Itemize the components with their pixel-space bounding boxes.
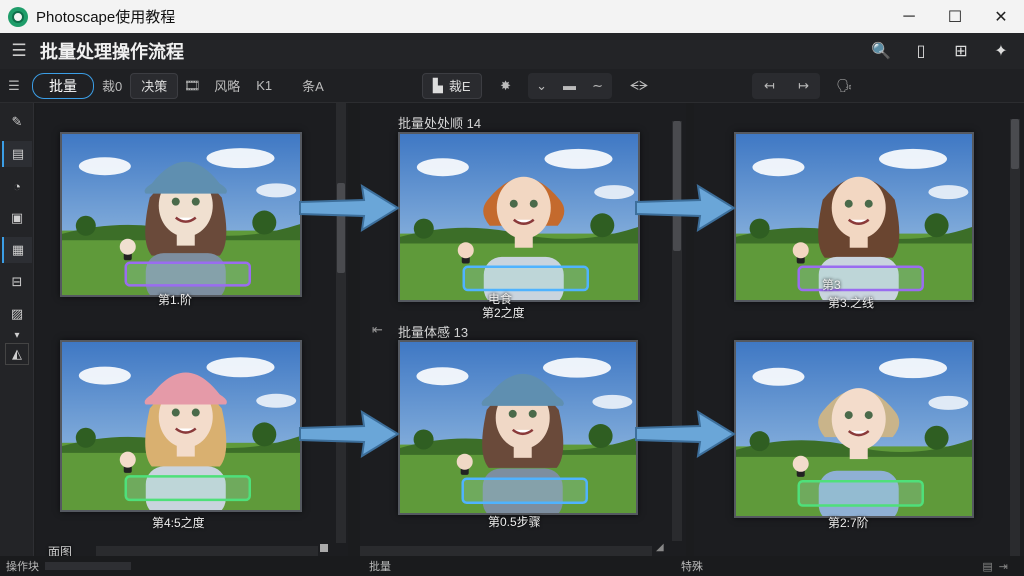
image-thumbnail[interactable] xyxy=(398,340,638,515)
image-thumbnail[interactable] xyxy=(734,132,974,302)
app-logo-icon xyxy=(8,6,28,27)
rotate-icon[interactable]: ◔ xyxy=(2,173,32,199)
layers-icon[interactable]: ▤ xyxy=(2,141,32,167)
decision-tab[interactable]: 决策 xyxy=(130,72,179,99)
image-caption: 第4:5之度 xyxy=(152,516,205,530)
flow-arrow-icon xyxy=(299,184,400,232)
section-label-bottom: 批量体感 13 xyxy=(398,325,469,340)
crop-button-label: 裁E xyxy=(448,79,471,94)
nav-group: ↤ ↦ xyxy=(752,72,821,99)
image-thumbnail[interactable] xyxy=(60,340,302,512)
flow-arrow-icon xyxy=(635,410,736,458)
list-icon[interactable]: ☰ xyxy=(0,78,28,94)
maximize-button[interactable]: ☐ xyxy=(932,0,978,33)
flow-arrow-icon xyxy=(635,184,736,232)
toolbar: ☰ 批量 裁0 决策 🎞 风略 K1 条А ▙ 裁E ✸ ⌄ ▬ ∼ ᗕᗒ ↤ … xyxy=(0,69,1024,103)
condition-tab[interactable]: 条А xyxy=(294,73,332,99)
image-caption: 第2之度 xyxy=(482,306,525,320)
expand-icon[interactable]: ▾ xyxy=(2,327,32,343)
search-icon[interactable]: 🔍 xyxy=(864,36,898,66)
adjust-tab[interactable]: ᗕᗒ xyxy=(622,73,657,99)
image-caption: 第3.之线 xyxy=(828,296,875,310)
frame-icon[interactable]: ▣ xyxy=(2,205,32,231)
k1-tab[interactable]: K1 xyxy=(248,73,280,99)
horizontal-scrollbar[interactable] xyxy=(360,546,652,556)
image-caption: 第1.阶 xyxy=(158,293,193,307)
image-caption: 第0.5步骤 xyxy=(488,515,541,529)
scrollbar[interactable] xyxy=(1010,119,1020,559)
prev-arrow-icon[interactable]: ↤ xyxy=(752,78,786,94)
resize-icon[interactable]: ⊟ xyxy=(2,269,32,295)
image-thumbnail[interactable] xyxy=(60,132,302,297)
crop-tab[interactable]: 裁0 xyxy=(94,73,130,99)
resize-grip-icon: ◢ xyxy=(656,542,664,553)
tray-icon[interactable]: ▬ xyxy=(556,78,584,93)
shape-icon[interactable]: ◭ xyxy=(5,343,29,365)
grid-icon[interactable]: ⊞ xyxy=(944,36,978,66)
image-caption: 第3 xyxy=(822,278,841,292)
crop-button[interactable]: ▙ 裁E xyxy=(421,72,482,99)
page-title: 批量处理操作流程 xyxy=(40,42,184,62)
section-label-top: 批量处处顺 14 xyxy=(398,116,482,131)
sun-icon[interactable]: ✸ xyxy=(492,78,520,94)
column-footer-label: 批量 xyxy=(369,561,391,573)
chevron-down-icon[interactable]: ⌄ xyxy=(528,78,556,94)
batch-button[interactable]: 批量 xyxy=(32,72,94,99)
status-progress-track xyxy=(45,562,131,570)
film-icon[interactable]: 🎞 xyxy=(178,78,206,94)
phone-icon[interactable]: ▯ xyxy=(904,36,938,66)
filter-icon[interactable]: ▦ xyxy=(2,237,32,263)
close-button[interactable]: ✕ xyxy=(978,0,1024,33)
app-header: ☰ 批量处理操作流程 🔍 ▯ ⊞ ✦ xyxy=(0,33,1024,69)
curve-icon[interactable]: ∼ xyxy=(584,78,612,94)
scrollbar[interactable] xyxy=(336,103,346,543)
magic-wand-icon[interactable]: ✎ xyxy=(2,109,32,135)
next-arrow-icon[interactable]: ↦ xyxy=(786,78,820,94)
scroll-corner-icon xyxy=(320,544,328,552)
image-caption: 第2:7阶 xyxy=(828,516,869,530)
scrollbar-thumb[interactable] xyxy=(1011,119,1019,169)
image-thumbnail[interactable] xyxy=(734,340,974,518)
tool-group: ⌄ ▬ ∼ xyxy=(527,72,612,99)
style-tab[interactable]: 风略 xyxy=(206,73,248,99)
status-label: 操作块 xyxy=(6,561,39,573)
left-sidebar: ✎ ▤ ◔ ▣ ▦ ⊟ ▨ ▾ ◭ xyxy=(0,103,34,576)
collapse-icon[interactable]: ⇤ xyxy=(372,322,383,338)
title-bar: Photoscape使用教程 ─ ☐ ✕ xyxy=(0,0,1024,33)
horizontal-scrollbar[interactable] xyxy=(96,546,318,556)
doc-icon: ▙ xyxy=(432,77,443,93)
status-bar: 操作块 批量 特殊 ▤⇥ xyxy=(0,556,1024,576)
text-icon[interactable]: ▨ xyxy=(2,301,32,327)
minimize-button[interactable]: ─ xyxy=(886,0,932,33)
status-icons: ▤⇥ xyxy=(982,560,1014,573)
window-title: Photoscape使用教程 xyxy=(36,9,176,26)
menu-icon[interactable]: ☰ xyxy=(4,41,34,61)
pin-icon[interactable]: ✦ xyxy=(984,36,1018,66)
column-footer-label: 特殊 xyxy=(681,561,703,573)
speech-icon[interactable]: 🗣 xyxy=(830,78,858,94)
flow-arrow-icon xyxy=(299,410,400,458)
image-thumbnail[interactable] xyxy=(398,132,640,302)
